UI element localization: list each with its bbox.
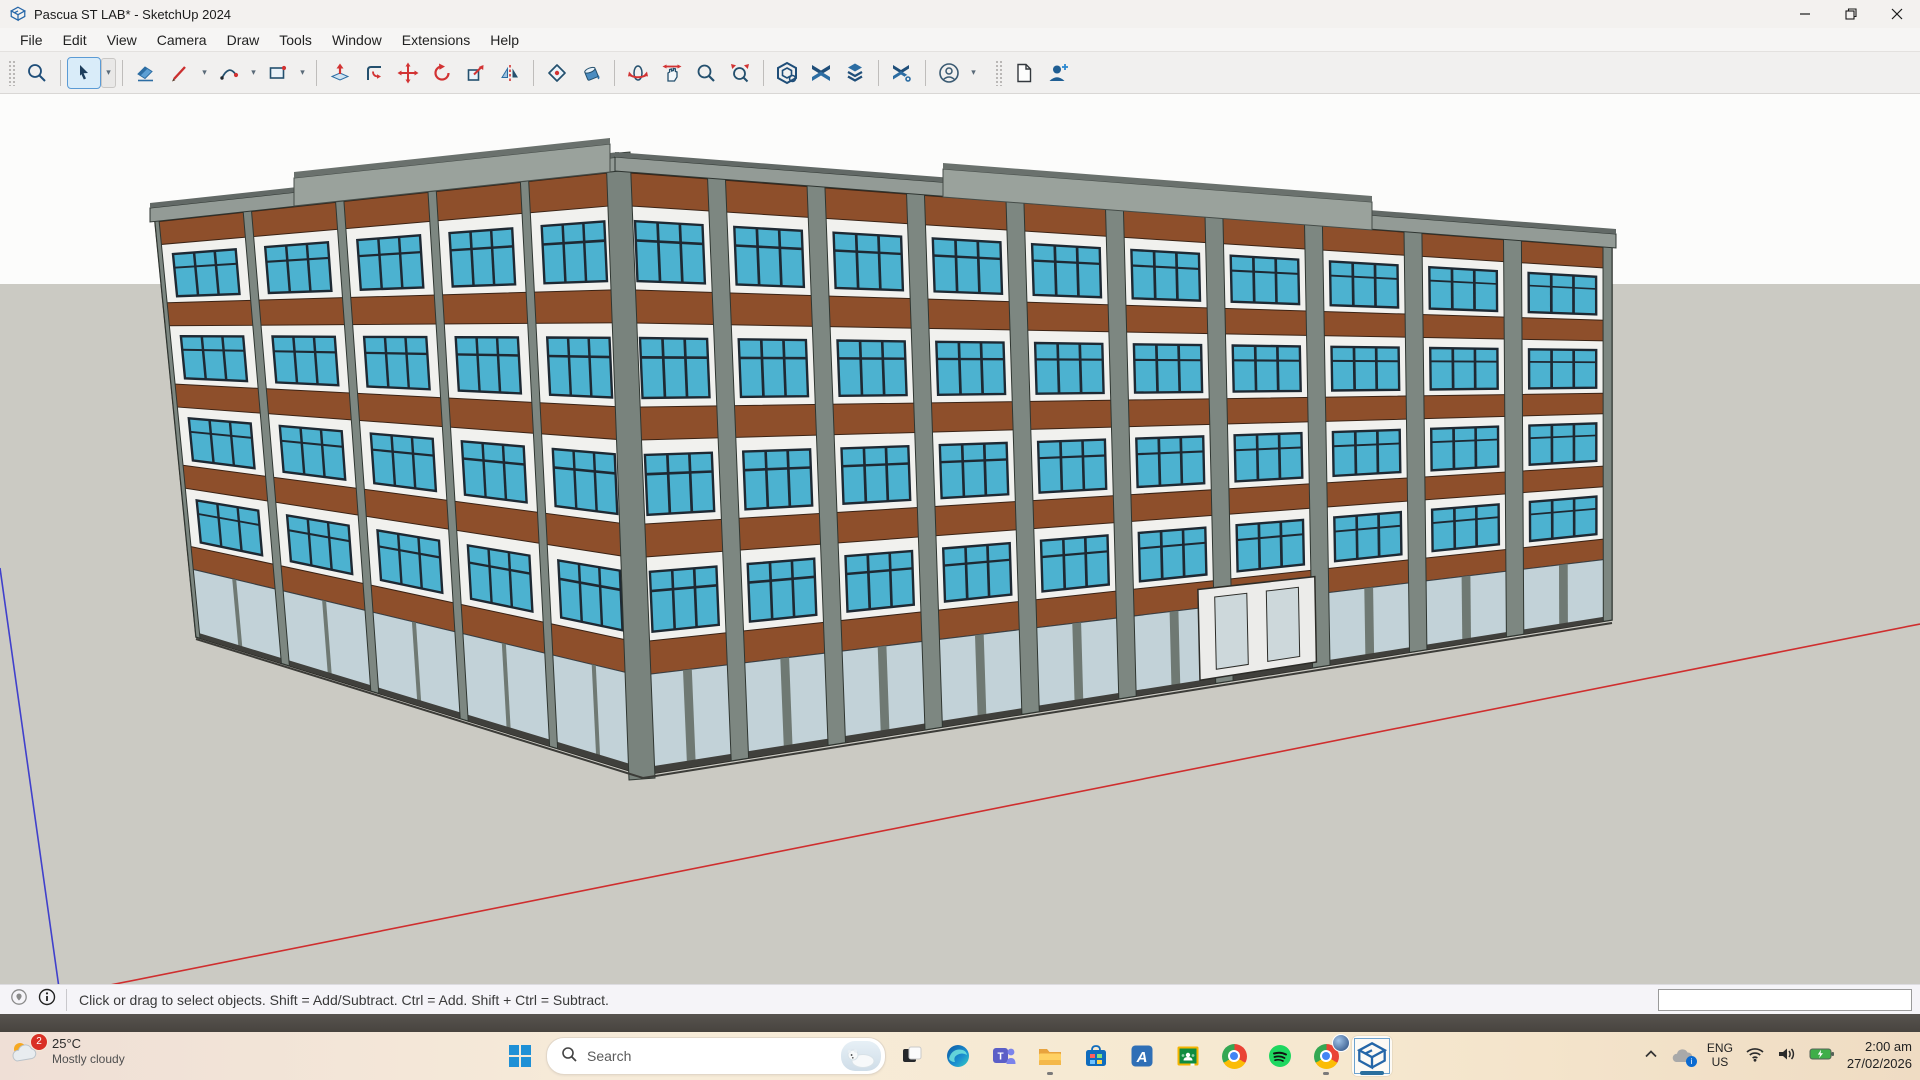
toolbar-grip-2[interactable]: [995, 60, 1003, 86]
rectangle-tool-dropdown[interactable]: ▾: [295, 58, 310, 88]
eraser-tool-icon[interactable]: [129, 57, 163, 89]
account-avatar-icon[interactable]: [932, 57, 966, 89]
tray-chevron-icon[interactable]: [1643, 1047, 1659, 1066]
select-tool-icon[interactable]: [67, 57, 101, 89]
desktop-gap: [0, 1014, 1920, 1032]
weather-condition: Mostly cloudy: [52, 1052, 125, 1067]
extension-warehouse-icon[interactable]: [804, 57, 838, 89]
menu-help[interactable]: Help: [480, 30, 529, 50]
microsoft-store-icon[interactable]: [1076, 1036, 1116, 1076]
date-label: 27/02/2026: [1847, 1056, 1912, 1073]
orbit-tool-icon[interactable]: [621, 57, 655, 89]
onedrive-icon[interactable]: i: [1671, 1047, 1695, 1065]
wifi-icon[interactable]: [1745, 1046, 1765, 1067]
menu-file[interactable]: File: [10, 30, 53, 50]
select-tool-dropdown[interactable]: ▾: [101, 58, 116, 88]
zoom-extents-tool-icon[interactable]: [723, 57, 757, 89]
new-file-icon[interactable]: [1007, 57, 1041, 89]
task-view-button[interactable]: [892, 1036, 932, 1076]
teams-icon[interactable]: T: [984, 1036, 1024, 1076]
sketchup-window: Pascua ST LAB* - SketchUp 2024 File Edit…: [0, 0, 1920, 1080]
restore-button[interactable]: [1828, 0, 1874, 28]
scale-tool-icon[interactable]: [459, 57, 493, 89]
menu-bar: File Edit View Camera Draw Tools Window …: [0, 28, 1920, 52]
notification-badge: 2: [30, 1033, 48, 1051]
svg-text:A: A: [1136, 1049, 1148, 1066]
language-indicator[interactable]: ENGUS: [1707, 1042, 1733, 1070]
taskbar: 2 25°C Mostly cloudy Search T A: [0, 1032, 1920, 1080]
offset-tool-icon[interactable]: [357, 57, 391, 89]
measurements-input[interactable]: [1658, 989, 1912, 1011]
toolbar-grip[interactable]: [8, 60, 16, 86]
weather-cloud-icon: 2: [10, 1037, 44, 1067]
menu-draw[interactable]: Draw: [217, 30, 270, 50]
add-person-icon[interactable]: [1041, 57, 1075, 89]
weather-widget[interactable]: 2 25°C Mostly cloudy: [10, 1036, 125, 1067]
app-a-icon[interactable]: A: [1122, 1036, 1162, 1076]
chrome-profile-icon[interactable]: [1306, 1036, 1346, 1076]
search-placeholder: Search: [587, 1048, 831, 1064]
menu-camera[interactable]: Camera: [147, 30, 217, 50]
close-button[interactable]: [1874, 0, 1920, 28]
menu-extensions[interactable]: Extensions: [392, 30, 480, 50]
paint-bucket-tool-icon[interactable]: [574, 57, 608, 89]
line-tool-dropdown[interactable]: ▾: [197, 58, 212, 88]
search-tool-icon[interactable]: [20, 57, 54, 89]
arc-tool-dropdown[interactable]: ▾: [246, 58, 261, 88]
status-bar: Click or drag to select objects. Shift =…: [0, 984, 1920, 1014]
svg-text:T: T: [997, 1052, 1003, 1063]
menu-tools[interactable]: Tools: [269, 30, 322, 50]
clock[interactable]: 2:00 am27/02/2026: [1847, 1039, 1912, 1073]
profile-avatar: [1332, 1034, 1350, 1052]
system-tray: i ENGUS 2:00 am27/02/2026: [1643, 1032, 1912, 1080]
line-tool-icon[interactable]: [163, 57, 197, 89]
title-bar: Pascua ST LAB* - SketchUp 2024: [0, 0, 1920, 28]
push-pull-tool-icon[interactable]: [323, 57, 357, 89]
minimize-button[interactable]: [1782, 0, 1828, 28]
account-dropdown[interactable]: ▾: [966, 58, 981, 88]
pan-tool-icon[interactable]: [655, 57, 689, 89]
edge-icon[interactable]: [938, 1036, 978, 1076]
weather-temp: 25°C: [52, 1036, 125, 1052]
chrome-icon[interactable]: [1214, 1036, 1254, 1076]
status-message: Click or drag to select objects. Shift =…: [79, 992, 609, 1008]
volume-icon[interactable]: [1777, 1046, 1797, 1067]
window-title: Pascua ST LAB* - SketchUp 2024: [34, 7, 231, 22]
menu-edit[interactable]: Edit: [53, 30, 97, 50]
spotify-icon[interactable]: [1260, 1036, 1300, 1076]
taskbar-search[interactable]: Search: [546, 1037, 886, 1075]
tape-measure-tool-icon[interactable]: [540, 57, 574, 89]
toolbar: ▾ ▾ ▾ ▾ ▾: [0, 52, 1920, 94]
info-icon[interactable]: [38, 988, 56, 1011]
arc-tool-icon[interactable]: [212, 57, 246, 89]
menu-window[interactable]: Window: [322, 30, 392, 50]
stacked-layers-icon[interactable]: [838, 57, 872, 89]
menu-view[interactable]: View: [97, 30, 147, 50]
search-highlight-image[interactable]: [841, 1041, 881, 1071]
flip-tool-icon[interactable]: [493, 57, 527, 89]
sketchup-taskbar-icon[interactable]: [1352, 1036, 1392, 1076]
battery-icon[interactable]: [1809, 1047, 1835, 1066]
3d-warehouse-icon[interactable]: [770, 57, 804, 89]
rotate-tool-icon[interactable]: [425, 57, 459, 89]
building-model-canvas: [0, 94, 1920, 984]
rectangle-tool-icon[interactable]: [261, 57, 295, 89]
file-explorer-icon[interactable]: [1030, 1036, 1070, 1076]
move-tool-icon[interactable]: [391, 57, 425, 89]
zoom-tool-icon[interactable]: [689, 57, 723, 89]
time-label: 2:00 am: [1865, 1039, 1912, 1056]
search-icon: [561, 1046, 577, 1067]
model-viewport[interactable]: [0, 94, 1920, 984]
google-classroom-icon[interactable]: [1168, 1036, 1208, 1076]
extension-manager-icon[interactable]: [885, 57, 919, 89]
start-button[interactable]: [500, 1036, 540, 1076]
sketchup-logo-icon: [10, 6, 26, 22]
geolocation-icon[interactable]: [10, 988, 28, 1011]
